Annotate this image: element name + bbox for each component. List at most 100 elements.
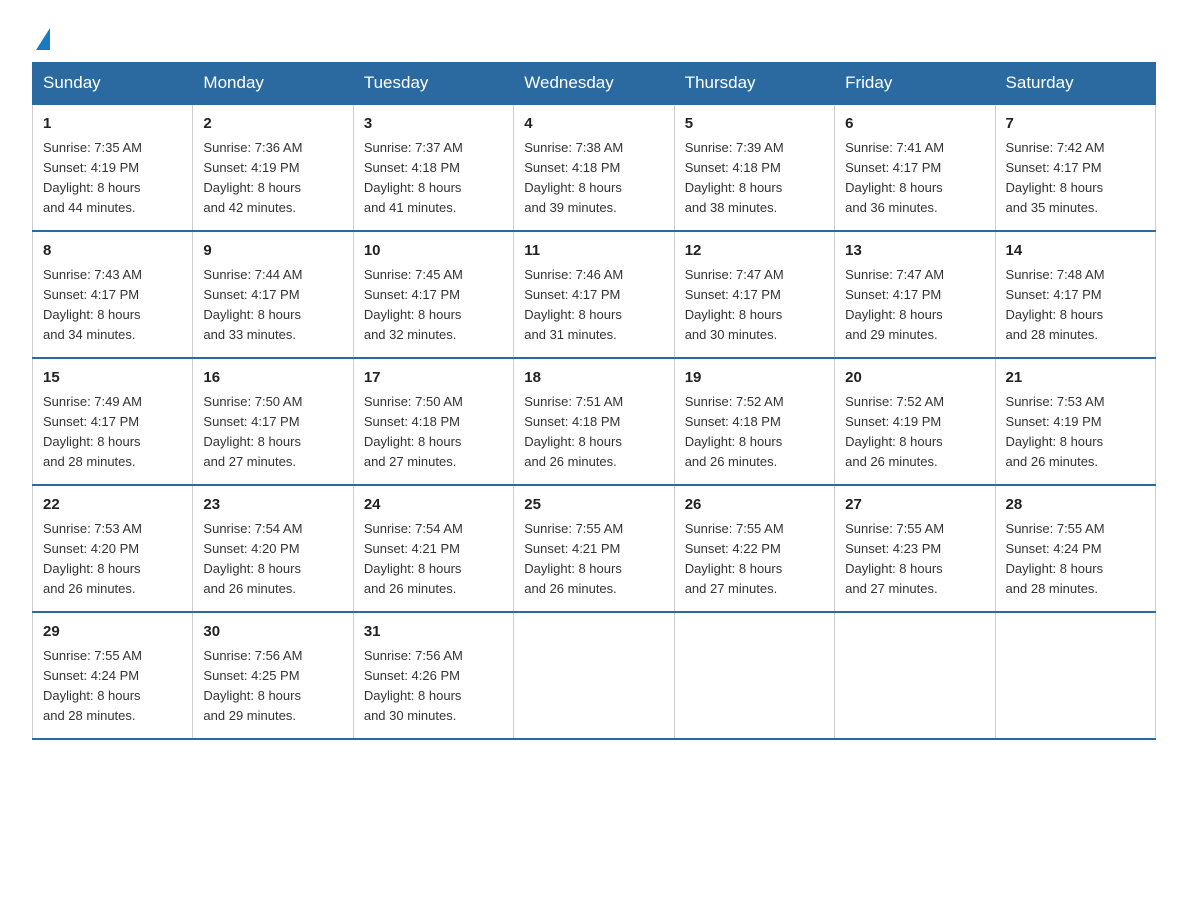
- calendar-weekday-sunday: Sunday: [33, 63, 193, 105]
- calendar-cell: 15Sunrise: 7:49 AMSunset: 4:17 PMDayligh…: [33, 358, 193, 485]
- logo-blue-text: [32, 28, 50, 50]
- day-number: 14: [1006, 240, 1145, 263]
- calendar-cell: 27Sunrise: 7:55 AMSunset: 4:23 PMDayligh…: [835, 485, 995, 612]
- calendar-cell: 2Sunrise: 7:36 AMSunset: 4:19 PMDaylight…: [193, 104, 353, 231]
- day-info: Sunrise: 7:47 AMSunset: 4:17 PMDaylight:…: [685, 265, 824, 346]
- calendar-cell: 29Sunrise: 7:55 AMSunset: 4:24 PMDayligh…: [33, 612, 193, 739]
- calendar-cell: 20Sunrise: 7:52 AMSunset: 4:19 PMDayligh…: [835, 358, 995, 485]
- calendar-cell: 6Sunrise: 7:41 AMSunset: 4:17 PMDaylight…: [835, 104, 995, 231]
- day-number: 27: [845, 494, 984, 517]
- calendar-cell: 11Sunrise: 7:46 AMSunset: 4:17 PMDayligh…: [514, 231, 674, 358]
- calendar-cell: [674, 612, 834, 739]
- day-number: 17: [364, 367, 503, 390]
- day-number: 8: [43, 240, 182, 263]
- calendar-cell: 24Sunrise: 7:54 AMSunset: 4:21 PMDayligh…: [353, 485, 513, 612]
- day-info: Sunrise: 7:43 AMSunset: 4:17 PMDaylight:…: [43, 265, 182, 346]
- day-number: 9: [203, 240, 342, 263]
- day-number: 11: [524, 240, 663, 263]
- calendar-cell: 28Sunrise: 7:55 AMSunset: 4:24 PMDayligh…: [995, 485, 1155, 612]
- calendar-header-row: SundayMondayTuesdayWednesdayThursdayFrid…: [33, 63, 1156, 105]
- day-number: 25: [524, 494, 663, 517]
- calendar-cell: 23Sunrise: 7:54 AMSunset: 4:20 PMDayligh…: [193, 485, 353, 612]
- day-number: 12: [685, 240, 824, 263]
- calendar-cell: 30Sunrise: 7:56 AMSunset: 4:25 PMDayligh…: [193, 612, 353, 739]
- day-info: Sunrise: 7:55 AMSunset: 4:22 PMDaylight:…: [685, 519, 824, 600]
- day-info: Sunrise: 7:35 AMSunset: 4:19 PMDaylight:…: [43, 138, 182, 219]
- calendar-cell: [995, 612, 1155, 739]
- calendar-cell: 13Sunrise: 7:47 AMSunset: 4:17 PMDayligh…: [835, 231, 995, 358]
- day-info: Sunrise: 7:52 AMSunset: 4:19 PMDaylight:…: [845, 392, 984, 473]
- day-info: Sunrise: 7:53 AMSunset: 4:20 PMDaylight:…: [43, 519, 182, 600]
- logo-triangle-icon: [36, 28, 50, 50]
- day-number: 29: [43, 621, 182, 644]
- calendar-cell: 1Sunrise: 7:35 AMSunset: 4:19 PMDaylight…: [33, 104, 193, 231]
- day-info: Sunrise: 7:55 AMSunset: 4:23 PMDaylight:…: [845, 519, 984, 600]
- calendar-weekday-tuesday: Tuesday: [353, 63, 513, 105]
- calendar-weekday-monday: Monday: [193, 63, 353, 105]
- day-info: Sunrise: 7:52 AMSunset: 4:18 PMDaylight:…: [685, 392, 824, 473]
- day-info: Sunrise: 7:42 AMSunset: 4:17 PMDaylight:…: [1006, 138, 1145, 219]
- day-number: 7: [1006, 113, 1145, 136]
- day-info: Sunrise: 7:41 AMSunset: 4:17 PMDaylight:…: [845, 138, 984, 219]
- calendar-cell: 17Sunrise: 7:50 AMSunset: 4:18 PMDayligh…: [353, 358, 513, 485]
- calendar-week-4: 22Sunrise: 7:53 AMSunset: 4:20 PMDayligh…: [33, 485, 1156, 612]
- day-info: Sunrise: 7:36 AMSunset: 4:19 PMDaylight:…: [203, 138, 342, 219]
- day-info: Sunrise: 7:50 AMSunset: 4:18 PMDaylight:…: [364, 392, 503, 473]
- calendar-cell: [835, 612, 995, 739]
- day-number: 5: [685, 113, 824, 136]
- calendar-cell: 4Sunrise: 7:38 AMSunset: 4:18 PMDaylight…: [514, 104, 674, 231]
- calendar-cell: 14Sunrise: 7:48 AMSunset: 4:17 PMDayligh…: [995, 231, 1155, 358]
- calendar-cell: [514, 612, 674, 739]
- day-number: 26: [685, 494, 824, 517]
- calendar-cell: 16Sunrise: 7:50 AMSunset: 4:17 PMDayligh…: [193, 358, 353, 485]
- calendar-cell: 5Sunrise: 7:39 AMSunset: 4:18 PMDaylight…: [674, 104, 834, 231]
- calendar-cell: 7Sunrise: 7:42 AMSunset: 4:17 PMDaylight…: [995, 104, 1155, 231]
- day-info: Sunrise: 7:37 AMSunset: 4:18 PMDaylight:…: [364, 138, 503, 219]
- day-number: 19: [685, 367, 824, 390]
- day-info: Sunrise: 7:49 AMSunset: 4:17 PMDaylight:…: [43, 392, 182, 473]
- day-number: 31: [364, 621, 503, 644]
- calendar-weekday-thursday: Thursday: [674, 63, 834, 105]
- day-number: 10: [364, 240, 503, 263]
- day-number: 21: [1006, 367, 1145, 390]
- day-number: 16: [203, 367, 342, 390]
- calendar-weekday-wednesday: Wednesday: [514, 63, 674, 105]
- day-info: Sunrise: 7:53 AMSunset: 4:19 PMDaylight:…: [1006, 392, 1145, 473]
- day-number: 30: [203, 621, 342, 644]
- calendar-cell: 8Sunrise: 7:43 AMSunset: 4:17 PMDaylight…: [33, 231, 193, 358]
- day-number: 28: [1006, 494, 1145, 517]
- day-info: Sunrise: 7:56 AMSunset: 4:26 PMDaylight:…: [364, 646, 503, 727]
- day-number: 15: [43, 367, 182, 390]
- day-number: 6: [845, 113, 984, 136]
- calendar-cell: 9Sunrise: 7:44 AMSunset: 4:17 PMDaylight…: [193, 231, 353, 358]
- day-info: Sunrise: 7:54 AMSunset: 4:20 PMDaylight:…: [203, 519, 342, 600]
- day-info: Sunrise: 7:50 AMSunset: 4:17 PMDaylight:…: [203, 392, 342, 473]
- calendar-week-3: 15Sunrise: 7:49 AMSunset: 4:17 PMDayligh…: [33, 358, 1156, 485]
- calendar-cell: 25Sunrise: 7:55 AMSunset: 4:21 PMDayligh…: [514, 485, 674, 612]
- calendar-cell: 10Sunrise: 7:45 AMSunset: 4:17 PMDayligh…: [353, 231, 513, 358]
- day-info: Sunrise: 7:55 AMSunset: 4:24 PMDaylight:…: [1006, 519, 1145, 600]
- day-info: Sunrise: 7:44 AMSunset: 4:17 PMDaylight:…: [203, 265, 342, 346]
- calendar-cell: 22Sunrise: 7:53 AMSunset: 4:20 PMDayligh…: [33, 485, 193, 612]
- calendar-table: SundayMondayTuesdayWednesdayThursdayFrid…: [32, 62, 1156, 740]
- calendar-cell: 19Sunrise: 7:52 AMSunset: 4:18 PMDayligh…: [674, 358, 834, 485]
- calendar-week-2: 8Sunrise: 7:43 AMSunset: 4:17 PMDaylight…: [33, 231, 1156, 358]
- day-number: 4: [524, 113, 663, 136]
- day-info: Sunrise: 7:46 AMSunset: 4:17 PMDaylight:…: [524, 265, 663, 346]
- day-info: Sunrise: 7:51 AMSunset: 4:18 PMDaylight:…: [524, 392, 663, 473]
- day-info: Sunrise: 7:45 AMSunset: 4:17 PMDaylight:…: [364, 265, 503, 346]
- day-number: 18: [524, 367, 663, 390]
- calendar-weekday-saturday: Saturday: [995, 63, 1155, 105]
- day-number: 3: [364, 113, 503, 136]
- day-number: 2: [203, 113, 342, 136]
- calendar-cell: 26Sunrise: 7:55 AMSunset: 4:22 PMDayligh…: [674, 485, 834, 612]
- calendar-cell: 3Sunrise: 7:37 AMSunset: 4:18 PMDaylight…: [353, 104, 513, 231]
- calendar-week-5: 29Sunrise: 7:55 AMSunset: 4:24 PMDayligh…: [33, 612, 1156, 739]
- day-info: Sunrise: 7:56 AMSunset: 4:25 PMDaylight:…: [203, 646, 342, 727]
- day-info: Sunrise: 7:39 AMSunset: 4:18 PMDaylight:…: [685, 138, 824, 219]
- day-info: Sunrise: 7:55 AMSunset: 4:21 PMDaylight:…: [524, 519, 663, 600]
- day-info: Sunrise: 7:38 AMSunset: 4:18 PMDaylight:…: [524, 138, 663, 219]
- calendar-weekday-friday: Friday: [835, 63, 995, 105]
- day-info: Sunrise: 7:55 AMSunset: 4:24 PMDaylight:…: [43, 646, 182, 727]
- day-number: 24: [364, 494, 503, 517]
